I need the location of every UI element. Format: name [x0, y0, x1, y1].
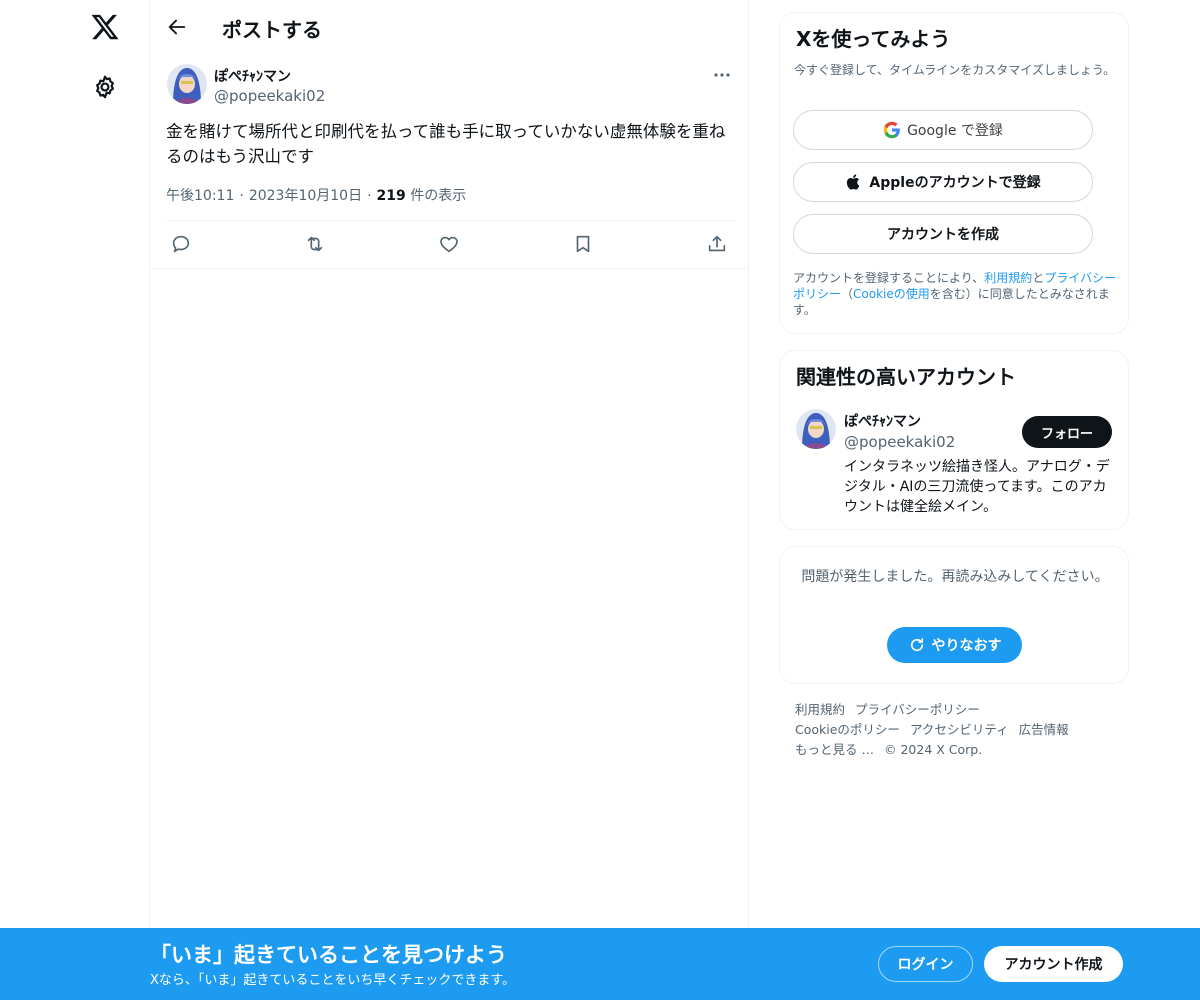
like-icon[interactable] [438, 233, 460, 255]
google-icon [883, 121, 900, 139]
author-handle[interactable]: @popeekaki02 [214, 87, 325, 105]
x-logo-icon[interactable] [90, 12, 120, 42]
error-card: 問題が発生しました。再読み込みしてください。 やりなおす [779, 546, 1129, 684]
main-column: ポストする ぽぺﾁｬﾝマン @popeekaki02 金を賭けて場所代と印刷代を… [150, 0, 749, 1000]
footer-privacy-link[interactable]: プライバシーポリシー [855, 702, 980, 717]
signup-legal: アカウントを登録することにより、利用規約とプライバシーポリシー（Cookieの使… [793, 270, 1119, 318]
banner-title: 「いま」起きていることを見つけよう [150, 943, 507, 967]
apple-signup-button[interactable]: Appleのアカウントで登録 [793, 162, 1093, 202]
post-actions [166, 220, 734, 269]
meta-separator: · [239, 188, 244, 204]
signup-card: Xを使ってみよう 今すぐ登録して、タイムラインをカスタマイズしましょう。 Goo… [779, 12, 1129, 334]
page-title: ポストする [222, 18, 322, 42]
legal-prefix: アカウントを登録することにより、 [793, 271, 985, 285]
apple-icon [847, 174, 860, 190]
legal-paren: （ [841, 287, 854, 301]
google-signup-label: Google で登録 [907, 123, 1003, 139]
footer-terms-link[interactable]: 利用規約 [795, 702, 845, 717]
error-message: 問題が発生しました。再読み込みしてください。 [801, 569, 1109, 585]
post-text: 金を賭けて場所代と印刷代を払って誰も手に取っていかない虚無体験を重ねるのはもう沢… [166, 122, 726, 166]
signup-subtitle: 今すぐ登録して、タイムラインをカスタマイズしましょう。 [794, 63, 1116, 77]
google-signup-button[interactable]: Google で登録 [793, 110, 1093, 150]
apple-signup-label: Appleのアカウントで登録 [869, 175, 1041, 191]
signup-title: Xを使ってみよう [796, 27, 951, 51]
login-button[interactable]: ログイン [878, 946, 973, 982]
related-account-name[interactable]: ぽぺﾁｬﾝマン [844, 411, 921, 431]
header: ポストする [150, 0, 749, 54]
post-meta: 午後10:11 · 2023年10月10日 · 219 件の表示 [166, 185, 466, 205]
follow-button[interactable]: フォロー [1022, 416, 1112, 448]
related-account-bio: インタラネッツ絵描き怪人。アナログ・デジタル・AIの三刀流使ってます。このアカウ… [844, 459, 1110, 515]
terms-link[interactable]: 利用規約 [984, 271, 1032, 285]
create-account-button[interactable]: アカウントを作成 [793, 214, 1093, 254]
banner-subtitle: Xなら、「いま」起きていることをいち早くチェックできます。 [150, 973, 516, 988]
retry-button[interactable]: やりなおす [887, 627, 1022, 663]
footer-accessibility-link[interactable]: アクセシビリティ [910, 722, 1009, 737]
avatar[interactable] [167, 64, 207, 104]
more-options-icon[interactable] [712, 68, 732, 82]
footer-links: 利用規約 プライバシーポリシー Cookieのポリシー アクセシビリティ 広告情報 も… [795, 700, 1125, 760]
create-account-label: アカウントを作成 [887, 227, 999, 243]
avatar[interactable] [796, 409, 836, 449]
meta-separator: · [367, 188, 372, 204]
post: ぽぺﾁｬﾝマン @popeekaki02 金を賭けて場所代と印刷代を払って誰も手… [150, 54, 749, 269]
cookie-link[interactable]: Cookieの使用 [853, 287, 930, 301]
footer-copyright: © 2024 X Corp. [883, 742, 983, 757]
retry-label: やりなおす [931, 638, 1002, 654]
share-icon[interactable] [706, 233, 728, 255]
related-account-handle[interactable]: @popeekaki02 [844, 433, 955, 451]
related-title: 関連性の高いアカウント [796, 365, 1016, 389]
bottom-signup-banner: 「いま」起きていることを見つけよう Xなら、「いま」起きていることをいち早くチェ… [0, 928, 1200, 1000]
refresh-icon [910, 638, 923, 652]
bookmark-icon[interactable] [572, 233, 594, 255]
gear-icon[interactable] [92, 74, 118, 100]
footer-more-link[interactable]: もっと見る … [795, 742, 874, 757]
post-time[interactable]: 午後10:11 [166, 188, 234, 204]
post-date[interactable]: 2023年10月10日 [249, 188, 362, 204]
reply-icon[interactable] [170, 233, 192, 255]
legal-and: と [1032, 271, 1045, 285]
footer-cookie-link[interactable]: Cookieのポリシー [795, 722, 900, 737]
view-count: 219 [376, 188, 406, 204]
signup-button[interactable]: アカウント作成 [984, 946, 1123, 982]
author-name[interactable]: ぽぺﾁｬﾝマン [214, 66, 291, 86]
related-accounts-card: 関連性の高いアカウント ぽぺﾁｬﾝマン @popeekaki02 フォロー イン… [779, 350, 1129, 530]
back-arrow-icon[interactable] [166, 16, 188, 38]
view-label: 件の表示 [410, 188, 467, 204]
left-nav [0, 0, 150, 1000]
footer-ads-link[interactable]: 広告情報 [1019, 722, 1069, 737]
repost-icon[interactable] [304, 233, 326, 255]
